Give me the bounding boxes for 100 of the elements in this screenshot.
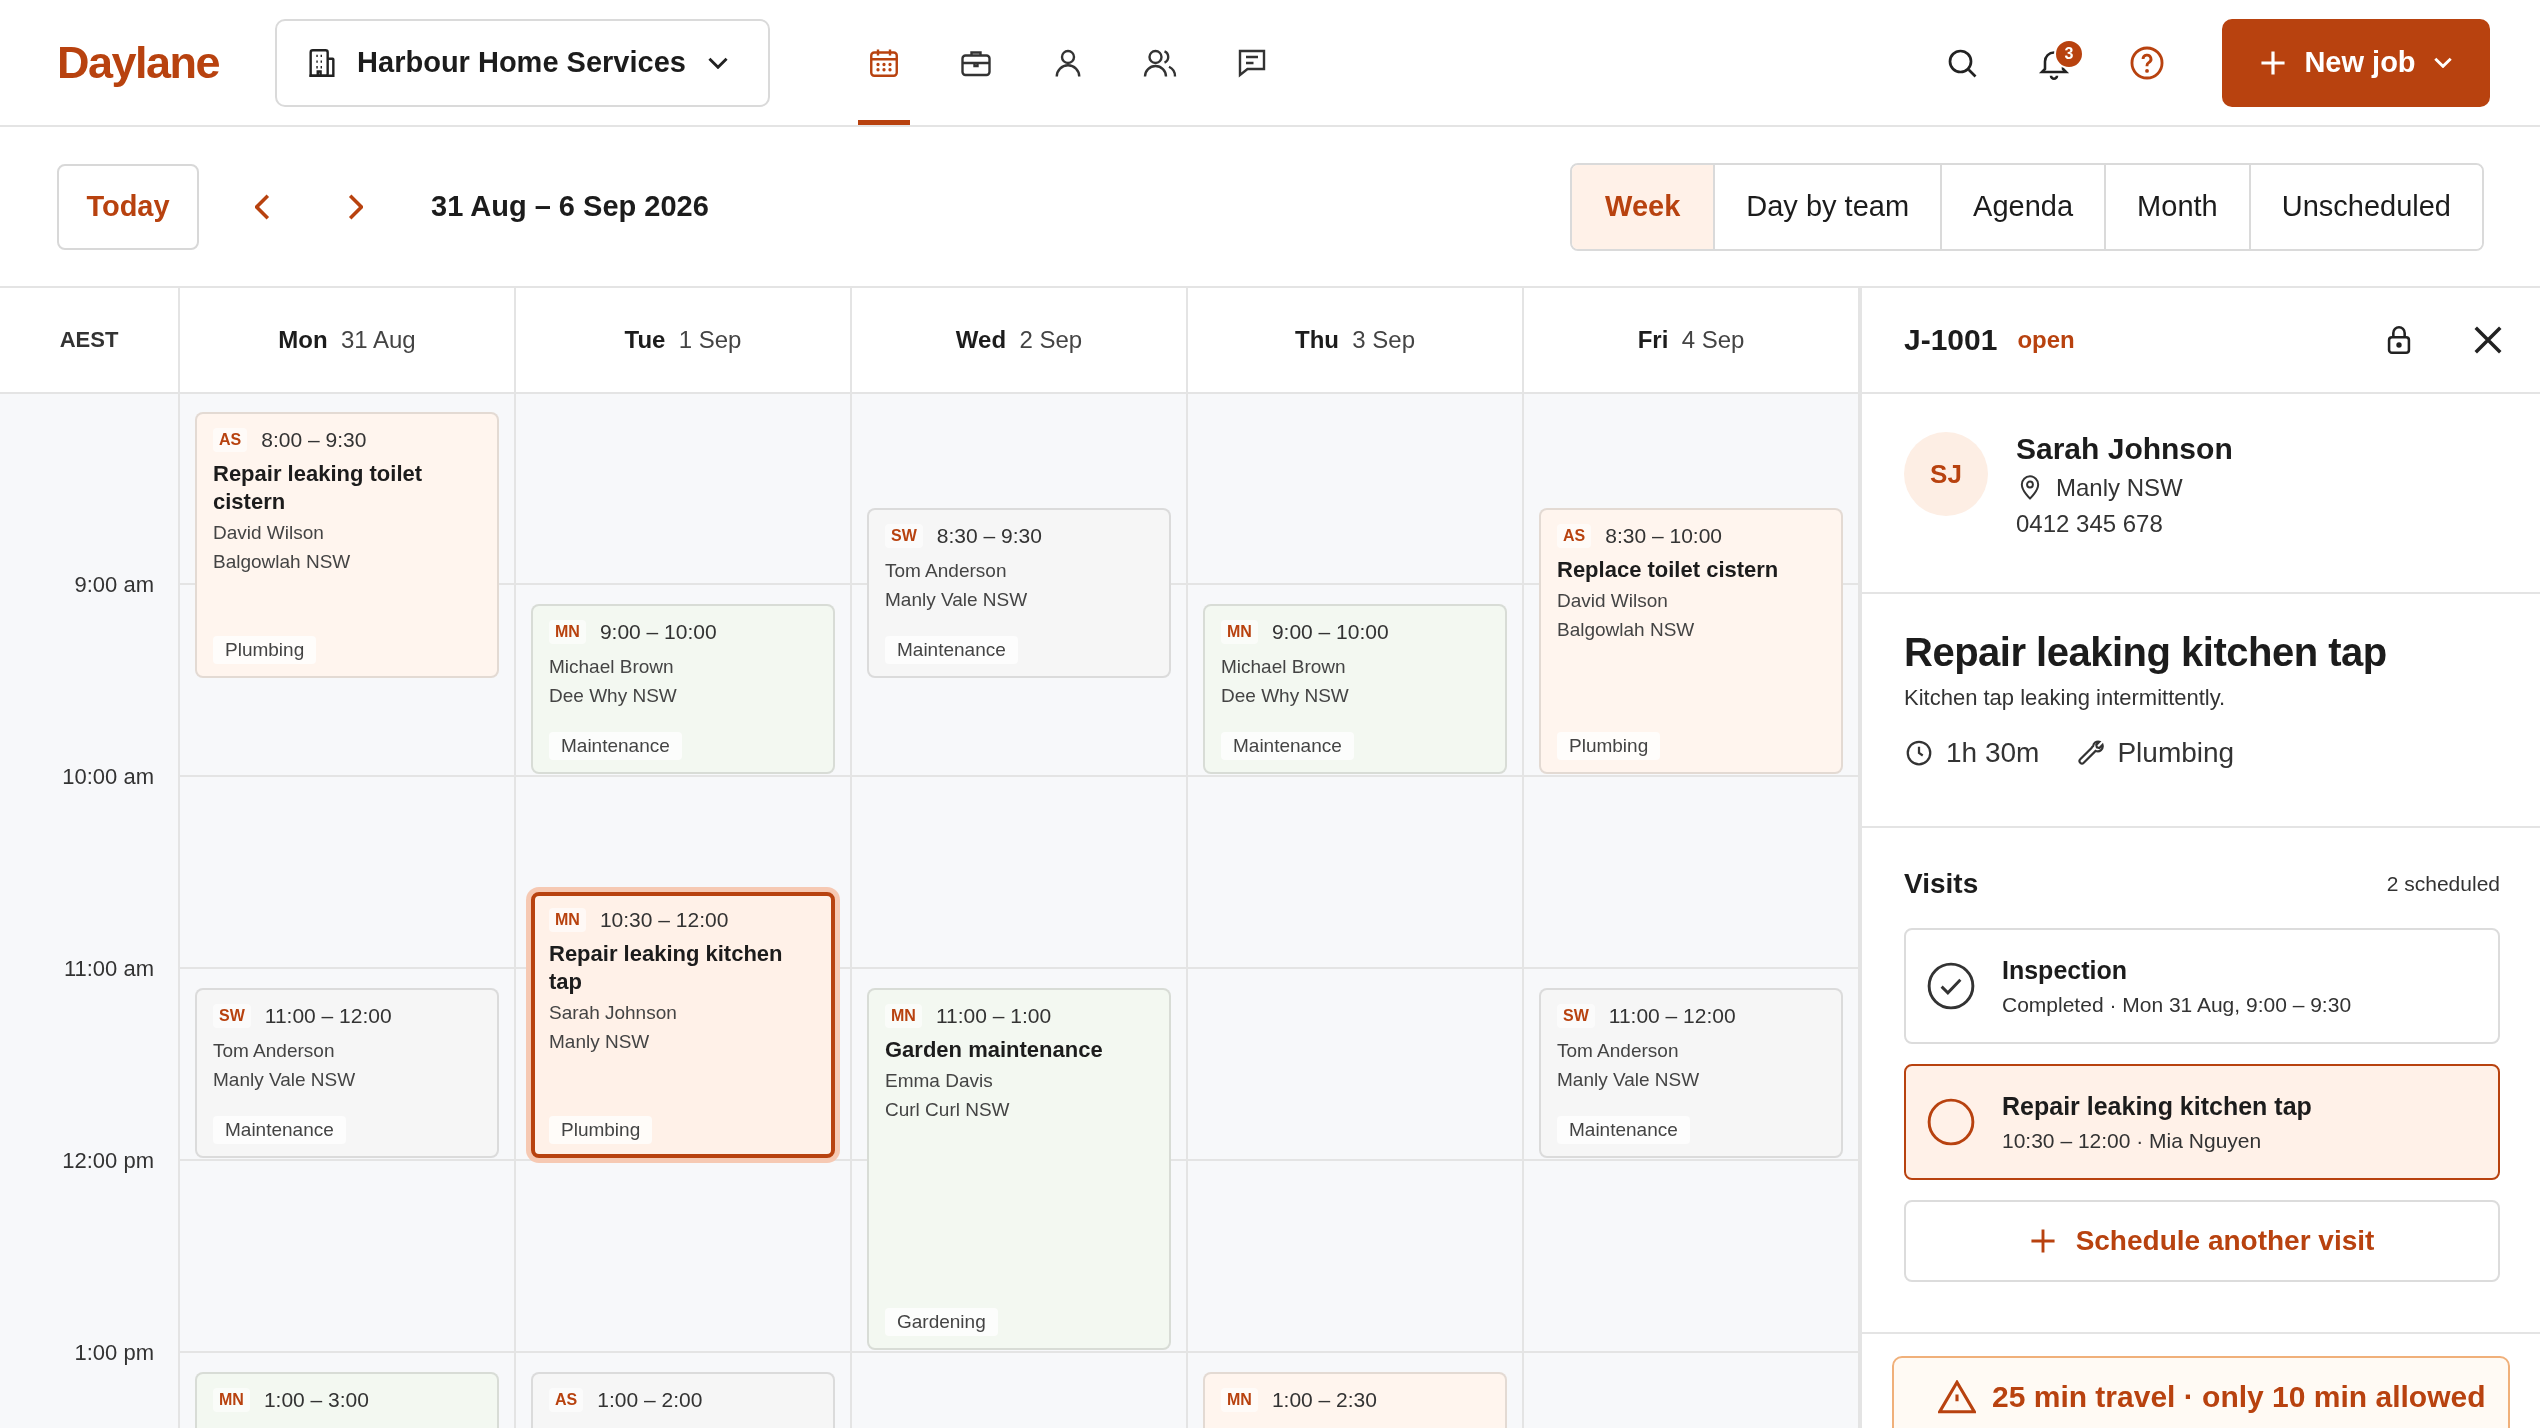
chevron-down-icon <box>707 56 728 69</box>
trade-tag: Plumbing <box>213 636 317 664</box>
event-time: 9:00 – 10:00 <box>1271 620 1389 644</box>
visit-detail: 10:30 – 12:00 · Mia Nguyen <box>2002 1128 2263 1153</box>
event-card[interactable]: MN 11:00 – 1:00 Garden maintenance Emma Davis Curl Curl NSW Gardening <box>867 988 1171 1350</box>
event-time: 8:00 – 9:30 <box>261 428 367 452</box>
technician-initials: MN <box>885 1004 922 1028</box>
technician-initials: MN <box>1221 620 1258 644</box>
day-header: Wed 2 Sep <box>955 326 1083 354</box>
trade-tag: Maintenance <box>549 732 682 760</box>
technician-initials: AS <box>549 1388 584 1412</box>
new-job-button[interactable]: New job <box>2222 18 2490 107</box>
event-card[interactable]: SW 8:30 – 9:30 Tom Anderson Manly Vale NSW Maintenance <box>867 508 1171 678</box>
trade-tag: Maintenance <box>213 1116 346 1144</box>
client-name: Michael Brown <box>549 655 675 679</box>
day-header: Fri 4 Sep <box>1637 326 1745 354</box>
job-trade: Plumbing <box>2117 737 2235 769</box>
event-card[interactable]: MN 1:00 – 3:00 <box>195 1372 499 1428</box>
client-name: David Wilson <box>1557 589 1669 613</box>
event-location: Manly Vale NSW <box>213 1068 357 1092</box>
visit-card[interactable]: Repair leaking kitchen tap 10:30 – 12:00 · Mia Nguyen <box>1904 1064 2500 1180</box>
plus-icon <box>2029 1228 2056 1254</box>
event-time: 1:00 – 2:00 <box>597 1388 703 1412</box>
trade-tag: Plumbing <box>1557 732 1661 760</box>
hour-label: 12:00 pm <box>62 1148 154 1174</box>
event-card[interactable]: AS 1:00 – 2:00 <box>531 1372 835 1428</box>
job-status: open <box>2017 326 2075 354</box>
event-card[interactable]: AS 8:00 – 9:30 Repair leaking toilet cistern David Wilson Balgowlah NSW Plumbing <box>195 412 499 678</box>
hour-label: 1:00 pm <box>74 1340 154 1366</box>
event-card[interactable]: SW 11:00 – 12:00 Tom Anderson Manly Vale NSW Maintenance <box>1539 988 1843 1158</box>
event-time: 10:30 – 12:00 <box>599 908 729 932</box>
visits-heading: Visits <box>1904 868 1979 900</box>
job-id: J-1001 <box>1904 323 1998 357</box>
event-card[interactable]: SW 11:00 – 12:00 Tom Anderson Manly Vale NSW Maintenance <box>195 988 499 1158</box>
day-header: Thu 3 Sep <box>1294 326 1415 354</box>
event-time: 1:00 – 3:00 <box>263 1388 369 1412</box>
technician-initials: MN <box>1221 1388 1258 1412</box>
client-name: Tom Anderson <box>885 559 1008 583</box>
event-location: Dee Why NSW <box>1221 684 1350 708</box>
event-location: Curl Curl NSW <box>885 1098 1011 1122</box>
warning-icon <box>1938 1380 1976 1414</box>
event-location: Manly NSW <box>549 1030 651 1054</box>
event-card[interactable]: MN 1:00 – 2:30 <box>1203 1372 1507 1428</box>
client-name: Tom Anderson <box>213 1039 336 1063</box>
hour-label: 11:00 am <box>63 956 154 982</box>
client-name: David Wilson <box>213 521 325 545</box>
wrench-icon <box>2075 738 2106 768</box>
event-card[interactable]: MN 9:00 – 10:00 Michael Brown Dee Why NSW Maintenance <box>531 604 835 774</box>
technician-initials: AS <box>213 428 248 452</box>
organization-dropdown[interactable]: Harbour Home Services <box>275 18 770 107</box>
visit-title: Repair leaking kitchen tap <box>2002 1091 2312 1121</box>
event-time: 11:00 – 1:00 <box>935 1004 1052 1028</box>
technician-initials: SW <box>885 524 923 548</box>
event-location: Balgowlah NSW <box>213 550 352 574</box>
technician-initials: MN <box>549 908 586 932</box>
technician-initials: SW <box>213 1004 251 1028</box>
close-icon <box>2474 326 2502 354</box>
event-title: Garden maintenance <box>885 1036 1104 1064</box>
travel-warning: 25 min travel · only 10 min allowed <box>1992 1380 2486 1414</box>
trade-tag: Maintenance <box>1221 732 1354 760</box>
customer-avatar: SJ <box>1904 432 1988 516</box>
view-tab[interactable]: Week <box>1572 164 1714 249</box>
event-title: Repair leaking toilet cistern <box>213 460 424 516</box>
chevron-right-icon <box>347 193 363 220</box>
app-logo: Daylane <box>57 36 220 89</box>
job-duration: 1h 30m <box>1946 737 2040 769</box>
event-time: 8:30 – 10:00 <box>1605 524 1722 548</box>
client-name: Sarah Johnson <box>549 1001 678 1025</box>
event-title: Repair leaking kitchen tap <box>549 940 784 996</box>
visits-count: 2 scheduled <box>2386 872 2500 896</box>
today-button[interactable]: Today <box>57 163 199 250</box>
visit-title: Inspection <box>2002 955 2128 985</box>
chevron-left-icon <box>255 193 271 220</box>
view-tab[interactable]: Unscheduled <box>2248 164 2482 249</box>
event-card[interactable]: AS 8:30 – 10:00 Replace toilet cistern David Wilson Balgowlah NSW Plumbing <box>1539 508 1843 774</box>
customer-suburb: Manly NSW <box>2056 474 2183 502</box>
technician-initials: MN <box>213 1388 250 1412</box>
event-time: 9:00 – 10:00 <box>599 620 717 644</box>
event-location: Manly Vale NSW <box>885 588 1029 612</box>
event-location: Dee Why NSW <box>549 684 678 708</box>
hour-label: 10:00 am <box>62 764 154 790</box>
visit-detail: Completed · Mon 31 Aug, 9:00 – 9:30 <box>2002 992 2352 1017</box>
event-time: 11:00 – 12:00 <box>1608 1004 1736 1028</box>
hour-label: 9:00 am <box>74 572 154 598</box>
event-card[interactable]: MN 9:00 – 10:00 Michael Brown Dee Why NSW Maintenance <box>1203 604 1507 774</box>
technician-initials: MN <box>549 620 586 644</box>
client-name: Tom Anderson <box>1557 1039 1680 1063</box>
schedule-visit-button[interactable]: Schedule another visit <box>1904 1200 2500 1282</box>
trade-tag: Maintenance <box>885 636 1018 664</box>
event-location: Manly Vale NSW <box>1557 1068 1701 1092</box>
day-header: Mon 31 Aug <box>278 326 416 354</box>
client-name: Emma Davis <box>885 1069 994 1093</box>
visit-card[interactable]: Inspection Completed · Mon 31 Aug, 9:00 – 9:30 <box>1904 928 2500 1044</box>
client-name: Michael Brown <box>1221 655 1347 679</box>
job-description: Kitchen tap leaking intermittently. <box>1904 685 2227 711</box>
date-range: 31 Aug – 6 Sep 2026 <box>431 190 709 223</box>
plus-icon <box>2260 49 2287 76</box>
timezone-label: AEST <box>59 327 119 353</box>
event-location: Balgowlah NSW <box>1557 618 1696 642</box>
job-title: Repair leaking kitchen tap <box>1904 630 2388 675</box>
